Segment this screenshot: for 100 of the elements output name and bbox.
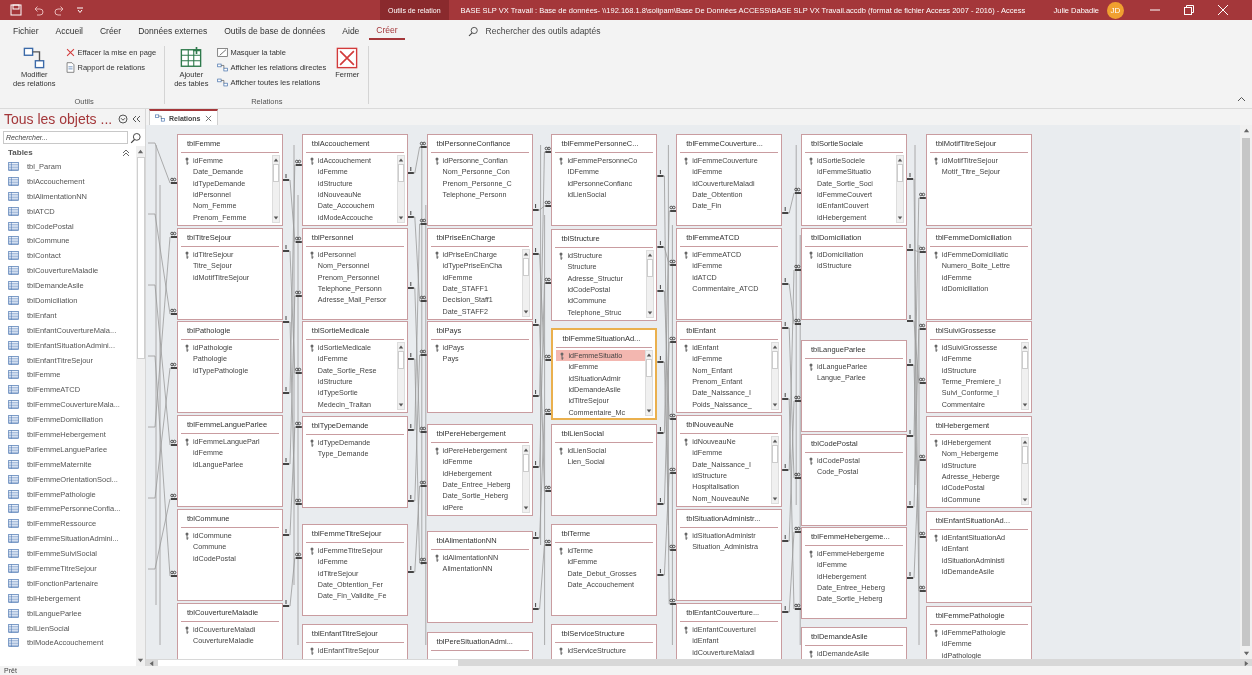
table-icon: [8, 160, 19, 172]
key-icon: [682, 250, 691, 259]
key-icon: [682, 531, 691, 540]
hide-table-icon: [217, 47, 229, 58]
table-icon: [8, 294, 19, 306]
key-icon: [682, 156, 691, 165]
scroll-down-icon[interactable]: [897, 215, 903, 221]
ribbon-tab[interactable]: Créer: [92, 23, 129, 39]
key-icon: [682, 437, 691, 446]
key-icon: [807, 456, 815, 465]
table-icon: [8, 235, 19, 247]
scrollbar[interactable]: [136, 146, 145, 666]
scrollbar[interactable]: [521, 445, 530, 513]
scrollbar[interactable]: [771, 436, 780, 504]
clear-icon: [64, 47, 76, 58]
ribbon-tab[interactable]: Accueil: [48, 23, 90, 39]
search-icon: [467, 25, 479, 37]
scroll-down-icon[interactable]: [522, 505, 529, 511]
close-relations-icon: [336, 47, 359, 69]
scroll-up-icon[interactable]: [1242, 127, 1250, 134]
table-icon: [8, 577, 19, 589]
collapse-ribbon-icon[interactable]: [1237, 96, 1246, 102]
table-icon: [8, 488, 19, 500]
key-icon: [682, 625, 691, 634]
scroll-down-icon[interactable]: [772, 496, 779, 502]
key-icon: [557, 546, 566, 555]
scrollbar[interactable]: [1240, 125, 1252, 659]
key-icon: [183, 250, 191, 259]
scrollbar[interactable]: [771, 342, 780, 410]
collapse-section-icon[interactable]: [122, 148, 130, 157]
scroll-down-icon[interactable]: [1021, 402, 1028, 408]
table-icon: [8, 592, 19, 604]
scrollbar[interactable]: [396, 342, 405, 410]
table-icon: [8, 503, 19, 515]
relationships-icon: [217, 62, 229, 73]
scroll-down-icon[interactable]: [1242, 650, 1250, 657]
scroll-down-icon[interactable]: [137, 657, 144, 664]
key-icon: [183, 437, 191, 446]
scroll-left-icon[interactable]: [148, 659, 155, 667]
table-icon: [8, 622, 19, 634]
key-icon: [557, 251, 566, 260]
scrollbar[interactable]: [1020, 342, 1029, 410]
scroll-down-icon[interactable]: [1021, 497, 1028, 503]
key-icon: [682, 343, 691, 352]
ribbon-tab[interactable]: Outils de base de données: [217, 23, 333, 39]
scrollbar[interactable]: [896, 155, 904, 223]
scroll-right-icon[interactable]: [1243, 659, 1250, 667]
table-icon: [8, 339, 19, 351]
table-icon: [8, 548, 19, 560]
table-icon: [8, 563, 19, 574]
scrollbar[interactable]: [1020, 437, 1029, 505]
scroll-down-icon[interactable]: [397, 215, 404, 221]
scroll-down-icon[interactable]: [646, 408, 653, 414]
close-icon[interactable]: [1218, 5, 1228, 15]
scroll-down-icon[interactable]: [397, 402, 404, 408]
scrollbar[interactable]: [521, 249, 530, 317]
close-tab-icon[interactable]: [204, 114, 212, 122]
table-icon: [8, 637, 19, 649]
collapse-pane-icon[interactable]: [132, 115, 141, 123]
scroll-up-icon[interactable]: [137, 148, 144, 155]
key-icon: [807, 362, 815, 371]
table-icon: [8, 369, 19, 381]
scrollbar[interactable]: [645, 350, 654, 416]
key-icon: [807, 156, 815, 165]
add-table-icon: [180, 47, 203, 69]
restore-icon[interactable]: [1184, 5, 1194, 15]
key-icon: [557, 646, 566, 655]
scrollbar[interactable]: [646, 250, 655, 318]
key-icon: [807, 649, 815, 658]
key-icon: [807, 250, 815, 259]
section-header[interactable]: Tables: [8, 148, 33, 157]
ribbon-tab[interactable]: Données externes: [131, 23, 215, 39]
customize-icon[interactable]: [76, 6, 84, 14]
table-icon: [8, 458, 19, 470]
key-icon: [183, 531, 191, 540]
ribbon-tab[interactable]: Créer: [369, 22, 405, 40]
scroll-down-icon[interactable]: [273, 215, 279, 221]
search-icon: [130, 131, 142, 144]
scroll-down-icon[interactable]: [647, 310, 654, 316]
table-icon: [8, 473, 19, 485]
save-icon[interactable]: [10, 4, 22, 16]
scroll-down-icon[interactable]: [772, 402, 779, 408]
menu-icon[interactable]: [118, 114, 128, 124]
ribbon-tab[interactable]: Aide: [335, 23, 367, 39]
table-icon: [8, 324, 19, 336]
table-icon: [8, 280, 19, 292]
scrollbar[interactable]: [396, 155, 405, 223]
scroll-down-icon[interactable]: [522, 309, 529, 315]
key-icon: [183, 625, 191, 634]
table-icon: [8, 250, 19, 262]
redo-icon[interactable]: [54, 4, 66, 16]
table-icon: [8, 443, 19, 455]
relationships-icon: [23, 47, 46, 69]
key-icon: [558, 351, 567, 360]
ribbon-tab[interactable]: Fichier: [6, 23, 46, 39]
key-icon: [183, 343, 191, 352]
tell-me-field[interactable]: Rechercher des outils adaptés: [484, 25, 687, 37]
undo-icon[interactable]: [32, 4, 44, 16]
scrollbar[interactable]: [272, 155, 280, 223]
key-icon: [183, 156, 191, 165]
